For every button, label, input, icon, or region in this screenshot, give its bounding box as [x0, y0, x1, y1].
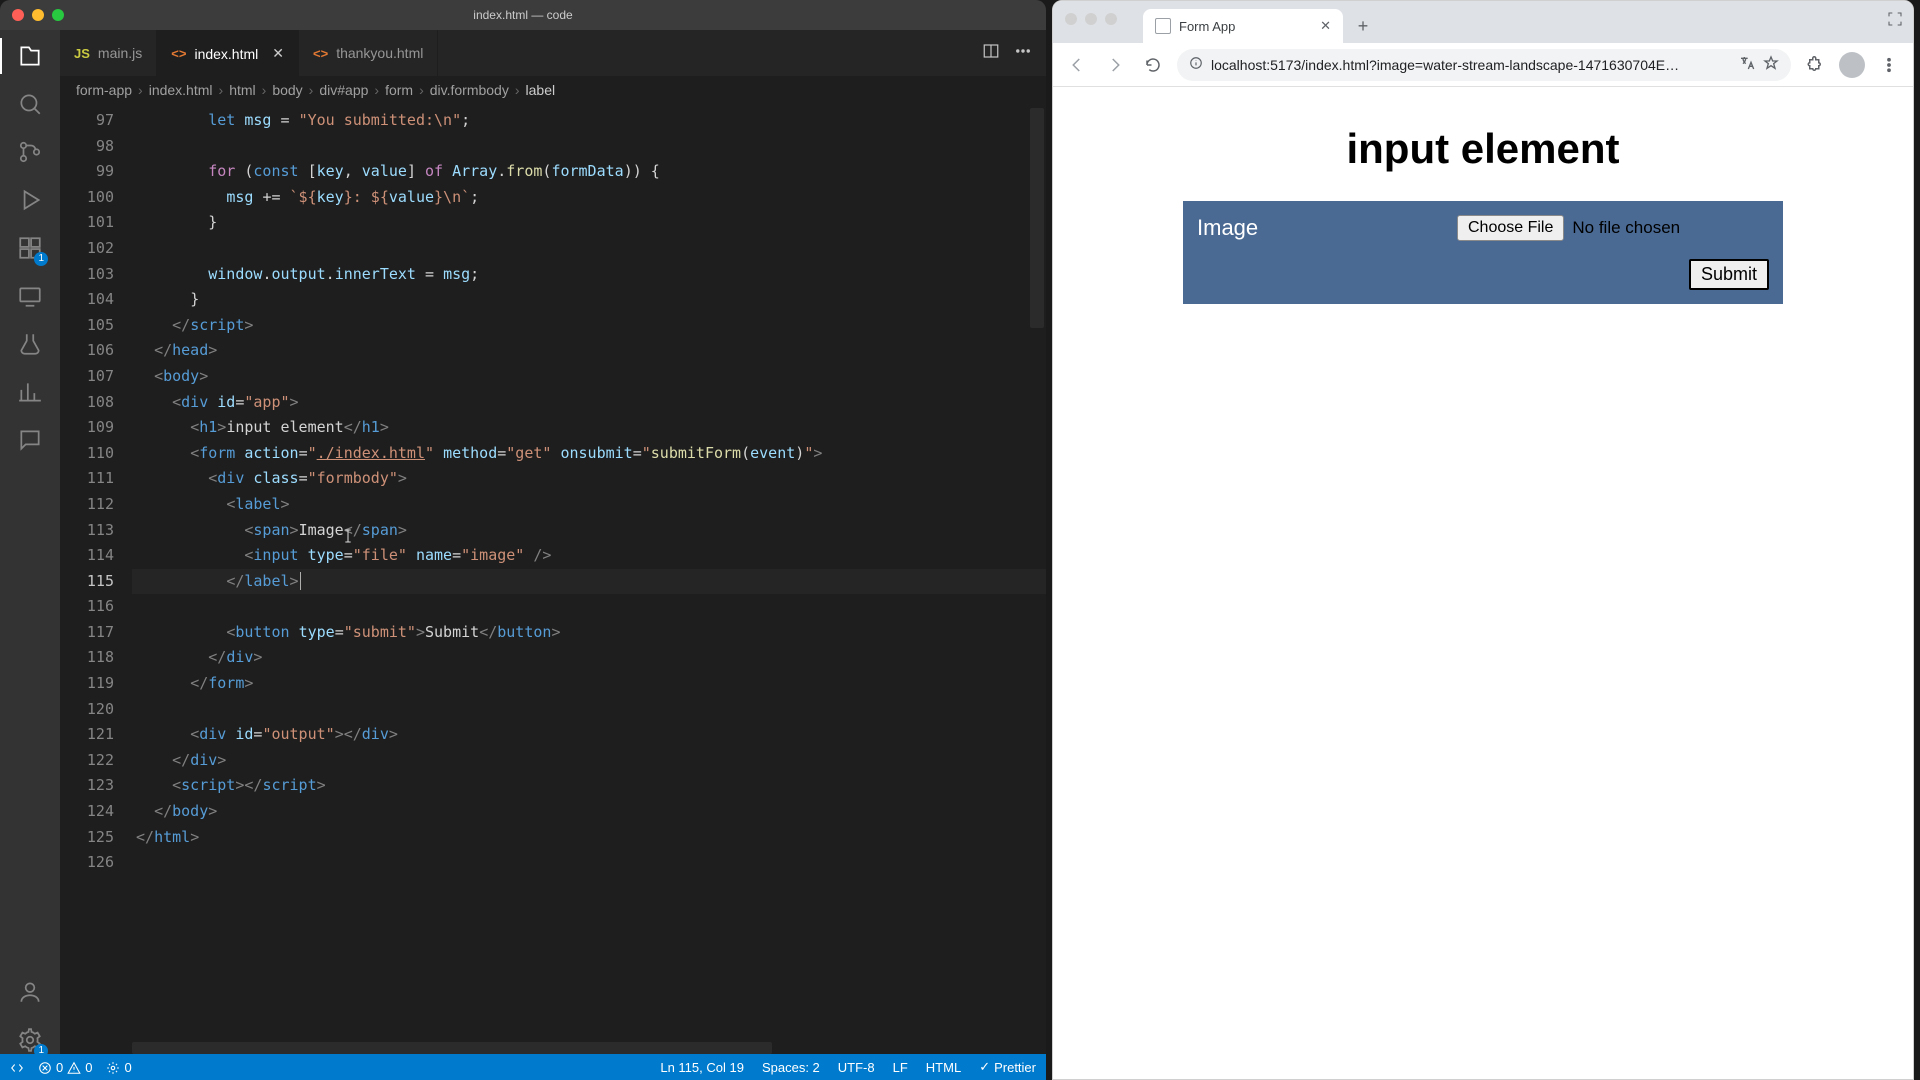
scrollbar-horizontal[interactable] — [132, 1042, 772, 1054]
line-gutter: 9798991001011021031041051061071081091101… — [60, 104, 132, 1054]
port-indicator[interactable]: 0 — [106, 1059, 131, 1075]
url-text: localhost:5173/index.html?image=water-st… — [1211, 57, 1731, 73]
expand-icon[interactable] — [1887, 11, 1903, 32]
debug-icon[interactable] — [16, 186, 44, 214]
code-editor[interactable]: 9798991001011021031041051061071081091101… — [60, 104, 1046, 1054]
source-control-icon[interactable] — [16, 138, 44, 166]
new-tab-button[interactable]: + — [1349, 12, 1377, 40]
tab-thankyou-html[interactable]: <> thankyou.html — [299, 30, 438, 76]
tab-title: Form App — [1179, 19, 1235, 34]
menu-dots-icon[interactable] — [1875, 56, 1903, 74]
status-bar: 0 0 0 Ln 115, Col 19 Spaces: 2 UTF-8 LF … — [0, 1054, 1046, 1080]
profile-avatar[interactable] — [1839, 52, 1865, 78]
editor-tabs: JS main.js <> index.html ✕ <> thankyou.h… — [60, 30, 1046, 76]
vscode-window: index.html — code 1 1 — [0, 0, 1046, 1080]
chat-icon[interactable] — [16, 426, 44, 454]
eol[interactable]: LF — [893, 1060, 908, 1075]
forward-button[interactable] — [1101, 51, 1129, 79]
file-input[interactable]: Choose File No file chosen — [1457, 215, 1680, 241]
language-mode[interactable]: HTML — [926, 1060, 961, 1075]
chart-icon[interactable] — [16, 378, 44, 406]
extensions-puzzle-icon[interactable] — [1801, 56, 1829, 74]
file-status: No file chosen — [1572, 218, 1680, 238]
image-label: Image — [1197, 215, 1437, 241]
indentation[interactable]: Spaces: 2 — [762, 1060, 820, 1075]
rendered-page: input element Image Choose File No file … — [1053, 87, 1913, 1079]
form-body: Image Choose File No file chosen Submit — [1183, 201, 1783, 304]
tab-label: main.js — [98, 45, 142, 61]
split-editor-icon[interactable] — [982, 42, 1000, 65]
problems-indicator[interactable]: 0 0 — [38, 1059, 92, 1075]
zoom-window-icon[interactable] — [52, 9, 64, 21]
account-icon[interactable] — [16, 978, 44, 1006]
scrollbar-vertical[interactable] — [1030, 108, 1044, 328]
code-area[interactable]: let msg = "You submitted:\n"; for (const… — [132, 104, 1046, 1054]
extensions-icon[interactable]: 1 — [16, 234, 44, 262]
remote-indicator[interactable] — [10, 1059, 24, 1075]
zoom-window-icon[interactable] — [1105, 13, 1117, 25]
choose-file-button[interactable]: Choose File — [1457, 215, 1564, 241]
tab-main-js[interactable]: JS main.js — [60, 30, 157, 76]
tab-index-html[interactable]: <> index.html ✕ — [157, 30, 299, 76]
html-file-icon: <> — [171, 46, 186, 61]
activity-bar: 1 1 — [0, 30, 60, 1054]
minimize-window-icon[interactable] — [1085, 13, 1097, 25]
tab-label: index.html — [194, 46, 258, 62]
browser-tab[interactable]: Form App ✕ — [1143, 9, 1343, 43]
address-bar[interactable]: localhost:5173/index.html?image=water-st… — [1177, 49, 1791, 81]
remote-icon[interactable] — [16, 282, 44, 310]
html-file-icon: <> — [313, 46, 328, 61]
browser-toolbar: localhost:5173/index.html?image=water-st… — [1053, 43, 1913, 87]
tab-label: thankyou.html — [336, 45, 423, 61]
browser-window-controls[interactable] — [1065, 13, 1117, 25]
translate-icon[interactable] — [1739, 55, 1755, 74]
reload-button[interactable] — [1139, 51, 1167, 79]
text-cursor-icon — [340, 526, 356, 546]
titlebar: index.html — code — [0, 0, 1046, 30]
settings-badge: 1 — [34, 1044, 48, 1058]
explorer-icon[interactable] — [16, 42, 44, 70]
close-window-icon[interactable] — [1065, 13, 1077, 25]
breadcrumb[interactable]: form-app› index.html› html› body› div#ap… — [60, 76, 1046, 104]
settings-gear-icon[interactable]: 1 — [16, 1026, 44, 1054]
browser-tabstrip: Form App ✕ + — [1053, 1, 1913, 43]
back-button[interactable] — [1063, 51, 1091, 79]
window-title: index.html — code — [0, 8, 1046, 22]
js-file-icon: JS — [74, 46, 90, 61]
submit-button[interactable]: Submit — [1689, 259, 1769, 290]
page-heading: input element — [1346, 125, 1619, 173]
favicon-icon — [1155, 18, 1171, 34]
site-info-icon[interactable] — [1189, 56, 1203, 73]
close-window-icon[interactable] — [12, 9, 24, 21]
encoding[interactable]: UTF-8 — [838, 1060, 875, 1075]
formatter[interactable]: ✓ Prettier — [979, 1059, 1036, 1075]
close-tab-icon[interactable]: ✕ — [1320, 18, 1331, 34]
browser-window: Form App ✕ + localhost:5173/index.html?i… — [1052, 0, 1914, 1080]
bookmark-star-icon[interactable] — [1763, 55, 1779, 74]
window-controls[interactable] — [12, 9, 64, 21]
close-tab-icon[interactable]: ✕ — [272, 45, 284, 62]
search-icon[interactable] — [16, 90, 44, 118]
more-actions-icon[interactable] — [1014, 42, 1032, 65]
cursor-position[interactable]: Ln 115, Col 19 — [660, 1060, 744, 1075]
extensions-badge: 1 — [34, 252, 48, 266]
minimize-window-icon[interactable] — [32, 9, 44, 21]
testing-icon[interactable] — [16, 330, 44, 358]
